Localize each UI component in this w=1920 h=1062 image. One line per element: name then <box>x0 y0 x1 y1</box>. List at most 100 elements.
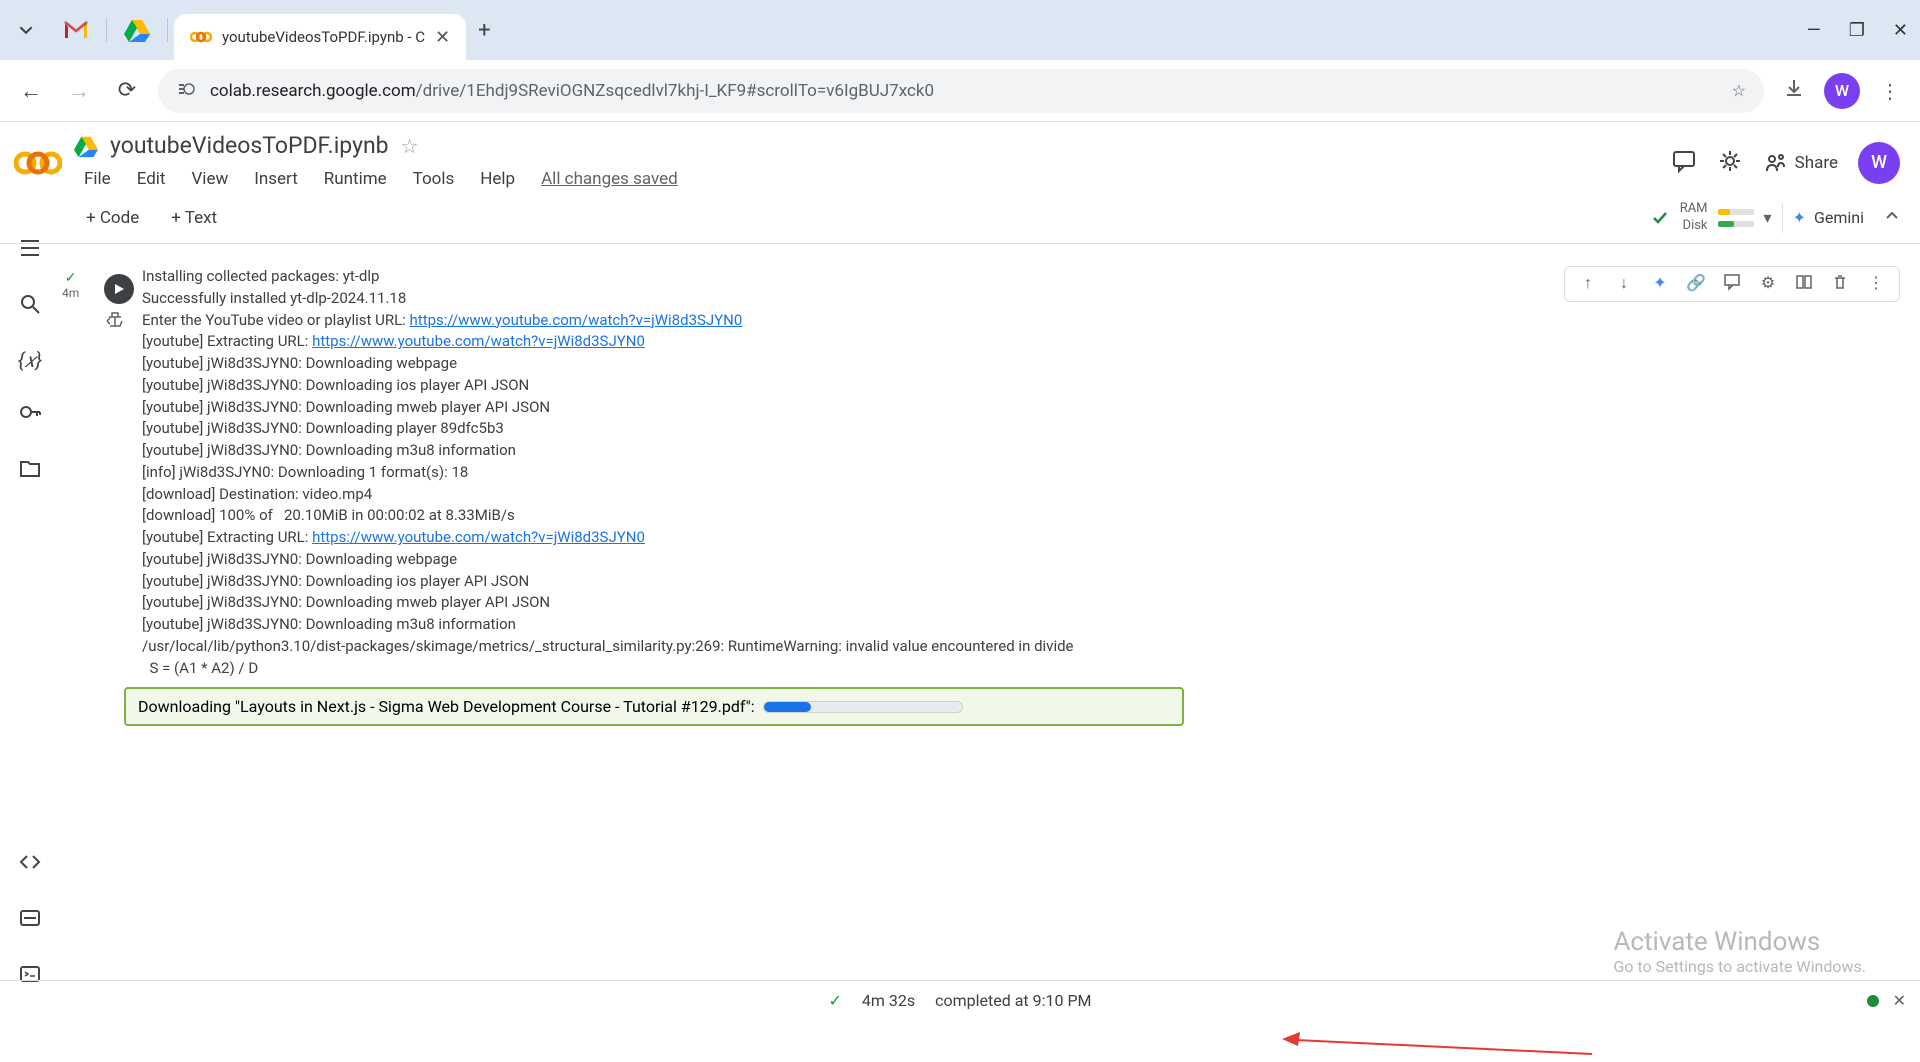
variables-icon[interactable]: {𝑥} <box>16 348 44 372</box>
output-line: Successfully installed yt-dlp-2024.11.18 <box>142 288 1910 310</box>
clear-output-icon[interactable] <box>104 310 126 336</box>
chrome-menu-icon[interactable]: ⋮ <box>1874 79 1906 103</box>
menu-tools[interactable]: Tools <box>403 165 465 193</box>
notebook-content: ✓ 4m Installing collected packages: yt-d… <box>72 266 1910 980</box>
left-sidebar: {𝑥} <box>0 232 60 484</box>
output-line: [youtube] jWi8d3SJYN0: Downloading webpa… <box>142 549 1910 571</box>
output-line: [youtube] Extracting URL: https://www.yo… <box>142 331 1910 353</box>
bookmark-star-icon[interactable]: ☆ <box>1732 81 1746 100</box>
menu-insert[interactable]: Insert <box>244 165 308 193</box>
kernel-status-dot[interactable] <box>1867 995 1879 1007</box>
save-status[interactable]: All changes saved <box>531 165 688 193</box>
collapse-panel-icon[interactable] <box>1884 208 1900 228</box>
tab-title: youtubeVideosToPDF.ipynb - C <box>222 28 425 46</box>
window-controls: — ❐ ✕ <box>1807 20 1908 41</box>
menu-view[interactable]: View <box>181 165 238 193</box>
output-line: Installing collected packages: yt-dlp <box>142 266 1910 288</box>
back-button[interactable]: ← <box>14 78 48 104</box>
resource-bars[interactable] <box>1718 209 1754 227</box>
status-bar: ✓ 4m 32s completed at 9:10 PM ✕ <box>0 980 1920 1020</box>
status-completed: completed at 9:10 PM <box>935 991 1091 1010</box>
output-line: [youtube] jWi8d3SJYN0: Downloading m3u8 … <box>142 614 1910 636</box>
output-line: [youtube] jWi8d3SJYN0: Downloading ios p… <box>142 571 1910 593</box>
profile-avatar[interactable]: W <box>1824 73 1860 109</box>
output-line: [youtube] Extracting URL: https://www.yo… <box>142 527 1910 549</box>
cell-status: ✓ 4m <box>62 270 79 300</box>
browser-toolbar: ← → ⟳ colab.research.google.com/drive/1E… <box>0 60 1920 122</box>
code-cell: ✓ 4m Installing collected packages: yt-d… <box>72 266 1910 726</box>
output-line: [download] 100% of 20.10MiB in 00:00:02 … <box>142 505 1910 527</box>
colab-favicon <box>190 30 212 44</box>
output-link[interactable]: https://www.youtube.com/watch?v=jWi8d3SJ… <box>312 528 645 546</box>
output-link[interactable]: https://www.youtube.com/watch?v=jWi8d3SJ… <box>410 311 743 329</box>
new-tab-button[interactable]: + <box>478 18 490 43</box>
drive-location-icon[interactable] <box>74 134 98 158</box>
status-check-icon: ✓ <box>828 991 841 1010</box>
forward-button[interactable]: → <box>62 78 96 104</box>
close-window-button[interactable]: ✕ <box>1893 20 1908 41</box>
table-of-contents-icon[interactable] <box>16 236 44 264</box>
colab-header: youtubeVideosToPDF.ipynb ☆ File Edit Vie… <box>0 122 1920 193</box>
menubar: File Edit View Insert Runtime Tools Help… <box>74 165 1659 193</box>
cell-output: Installing collected packages: yt-dlpSuc… <box>72 266 1910 679</box>
status-elapsed: 4m 32s <box>862 991 915 1010</box>
menu-file[interactable]: File <box>74 165 121 193</box>
close-status-icon[interactable]: ✕ <box>1893 991 1906 1010</box>
url-text: colab.research.google.com/drive/1Ehdj9SR… <box>210 81 1718 101</box>
search-icon[interactable] <box>16 292 44 320</box>
output-line: S = (A1 * A2) / D <box>142 658 1910 680</box>
files-icon[interactable] <box>16 456 44 484</box>
reload-button[interactable]: ⟳ <box>110 78 144 103</box>
menu-help[interactable]: Help <box>470 165 525 193</box>
tab-close-button[interactable]: ✕ <box>435 27 450 48</box>
output-line: Enter the YouTube video or playlist URL:… <box>142 310 1910 332</box>
download-status-box: Downloading "Layouts in Next.js - Sigma … <box>124 687 1184 726</box>
active-tab[interactable]: youtubeVideosToPDF.ipynb - C ✕ <box>174 14 466 60</box>
download-progress-bar <box>763 701 963 713</box>
output-line: [youtube] jWi8d3SJYN0: Downloading mweb … <box>142 592 1910 614</box>
output-line: [info] jWi8d3SJYN0: Downloading 1 format… <box>142 462 1910 484</box>
gmail-icon[interactable] <box>62 16 90 44</box>
output-line: [youtube] jWi8d3SJYN0: Downloading webpa… <box>142 353 1910 375</box>
menu-edit[interactable]: Edit <box>127 165 176 193</box>
output-line: /usr/local/lib/python3.10/dist-packages/… <box>142 636 1910 658</box>
annotation-arrow <box>1282 1032 1592 1062</box>
secrets-icon[interactable] <box>16 400 44 428</box>
resource-labels[interactable]: RAM Disk <box>1680 201 1708 235</box>
notebook-toolbar: + Code + Text RAM Disk ▾ ✦ Gemini <box>0 193 1920 244</box>
browser-tab-strip: youtubeVideosToPDF.ipynb - C ✕ + — ❐ ✕ <box>0 0 1920 60</box>
share-button[interactable]: Share <box>1763 151 1838 175</box>
address-bar[interactable]: colab.research.google.com/drive/1Ehdj9SR… <box>158 69 1764 113</box>
menu-runtime[interactable]: Runtime <box>314 165 397 193</box>
connected-check-icon <box>1650 208 1670 228</box>
output-line: [youtube] jWi8d3SJYN0: Downloading mweb … <box>142 397 1910 419</box>
drive-icon[interactable] <box>123 16 151 44</box>
colab-logo[interactable] <box>14 139 62 187</box>
tab-search-dropdown[interactable] <box>12 16 40 44</box>
settings-icon[interactable] <box>1717 148 1743 178</box>
run-cell-button[interactable] <box>104 274 134 304</box>
windows-activation-watermark: Activate Windows Go to Settings to activ… <box>1613 927 1866 976</box>
runtime-dropdown[interactable]: ▾ <box>1764 208 1772 227</box>
download-status-text: Downloading "Layouts in Next.js - Sigma … <box>138 697 755 716</box>
output-link[interactable]: https://www.youtube.com/watch?v=jWi8d3SJ… <box>312 332 645 350</box>
comments-icon[interactable] <box>1671 148 1697 178</box>
downloads-icon[interactable] <box>1778 77 1810 104</box>
minimize-button[interactable]: — <box>1807 20 1821 41</box>
left-sidebar-bottom <box>0 850 60 990</box>
document-title[interactable]: youtubeVideosToPDF.ipynb <box>110 132 389 159</box>
check-icon: ✓ <box>65 270 77 286</box>
output-line: [youtube] jWi8d3SJYN0: Downloading m3u8 … <box>142 440 1910 462</box>
command-palette-icon[interactable] <box>16 906 44 934</box>
add-text-button[interactable]: + Text <box>163 204 225 232</box>
add-code-button[interactable]: + Code <box>78 204 147 232</box>
gemini-button[interactable]: ✦ Gemini <box>1782 203 1874 233</box>
cell-elapsed: 4m <box>62 286 79 300</box>
user-avatar[interactable]: W <box>1858 142 1900 184</box>
maximize-button[interactable]: ❐ <box>1849 20 1865 41</box>
site-info-icon[interactable] <box>176 79 196 103</box>
code-snippets-icon[interactable] <box>16 850 44 878</box>
output-line: [youtube] jWi8d3SJYN0: Downloading ios p… <box>142 375 1910 397</box>
output-line: [youtube] jWi8d3SJYN0: Downloading playe… <box>142 418 1910 440</box>
star-toggle[interactable]: ☆ <box>401 134 419 158</box>
